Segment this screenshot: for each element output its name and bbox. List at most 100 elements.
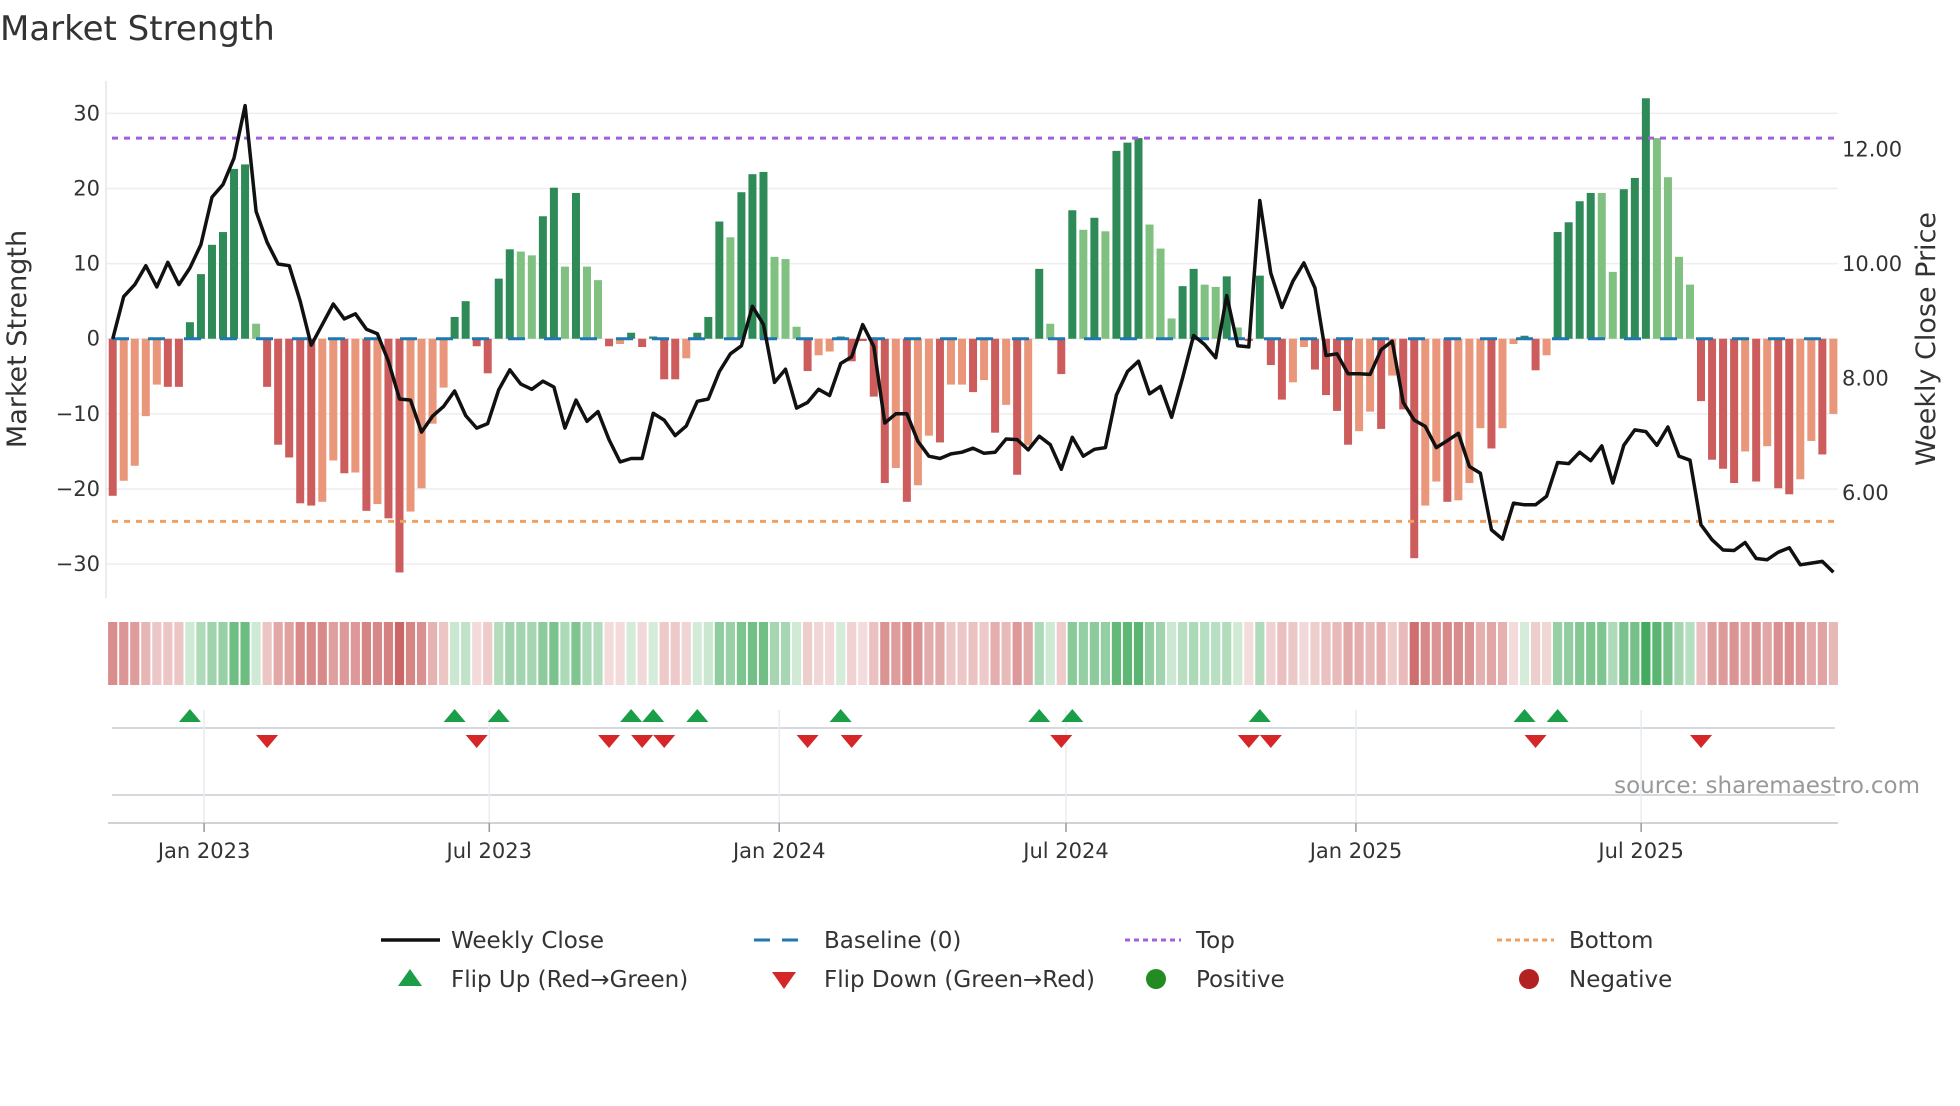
strength-bar [1619, 189, 1628, 339]
strength-bar [130, 338, 139, 466]
strength-bar [362, 338, 371, 511]
legend-negative: Negative [1569, 967, 1672, 993]
strip-cell [571, 622, 581, 685]
strip-cell [836, 622, 846, 685]
strip-cell [119, 622, 129, 685]
strength-bar [1178, 286, 1187, 339]
strength-bar [660, 338, 669, 380]
strip-cell [869, 622, 879, 685]
strength-bar [770, 256, 779, 339]
strip-cell [681, 622, 691, 685]
flip-down-marker [796, 735, 819, 748]
strength-bar [307, 338, 316, 506]
strip-cell [229, 622, 239, 685]
strip-cell [560, 622, 570, 685]
strip-cell [505, 622, 515, 685]
strength-bar [483, 338, 492, 374]
strip-cell [1497, 622, 1508, 685]
y-tick-label: 0 [87, 327, 100, 351]
strength-bar [1476, 338, 1485, 429]
strength-bar [1652, 138, 1661, 339]
strength-bar [1663, 177, 1672, 339]
strength-bar [1818, 338, 1827, 455]
strip-cell [185, 622, 195, 685]
strength-bar [980, 338, 989, 381]
strength-bar [1498, 338, 1507, 429]
strip-cell [648, 622, 658, 685]
strip-cell [1023, 622, 1033, 685]
strength-bar [1277, 338, 1286, 400]
strength-bar [196, 274, 205, 339]
strength-bar [340, 338, 349, 474]
flip-up-triangle-icon [398, 969, 422, 986]
strip-cell [791, 622, 802, 685]
strip-cell [979, 622, 989, 685]
legend-positive: Positive [1196, 967, 1285, 993]
strength-bar [803, 338, 812, 372]
strip-cell [1310, 622, 1320, 685]
strength-bar [1255, 275, 1264, 339]
strip-cell [251, 622, 261, 685]
strip-cell [902, 622, 912, 685]
right-y-ticks: 12.00 10.00 8.00 6.00 [1842, 138, 1902, 505]
strip-cell [350, 622, 360, 685]
strip-cell [604, 622, 614, 685]
strength-bar [219, 232, 227, 339]
strength-bar [1101, 231, 1110, 339]
strip-cell [1045, 622, 1055, 685]
strength-bar [373, 338, 382, 505]
strength-heat-strip [108, 622, 1838, 685]
strip-cell [328, 622, 338, 685]
strength-bar [1575, 201, 1584, 339]
strength-bar [1641, 98, 1650, 339]
strength-bar [450, 316, 459, 339]
strength-bar [174, 338, 183, 387]
strength-bar [1774, 338, 1783, 489]
strength-bar [1752, 338, 1761, 482]
flip-up-marker [686, 709, 709, 722]
strength-bar [924, 338, 933, 436]
strip-cell [1012, 622, 1022, 685]
strength-bar [1013, 338, 1022, 475]
legend-top: Top [1195, 928, 1235, 954]
strip-cell [1001, 622, 1011, 685]
strip-cell [1409, 622, 1419, 685]
strength-bar [1542, 338, 1551, 356]
strip-cell [416, 622, 427, 685]
flip-down-marker [1259, 735, 1282, 748]
chart-title: Market Strength [0, 9, 275, 49]
flip-up-marker [642, 709, 665, 722]
strength-bar [351, 338, 360, 473]
strength-bar [538, 216, 547, 339]
strength-bar [1410, 338, 1419, 559]
strip-cell [1078, 622, 1088, 685]
strip-cell [990, 622, 1000, 685]
strip-cell [1122, 622, 1133, 685]
strip-cell [483, 622, 493, 685]
strip-cell [1608, 622, 1618, 685]
strip-cell [1641, 622, 1651, 685]
strip-cell [240, 622, 250, 685]
strength-bar [439, 338, 448, 388]
strength-bar [582, 266, 591, 339]
strip-cell [814, 622, 824, 685]
strip-cell [946, 622, 956, 685]
strength-bar [671, 338, 680, 380]
strength-bar [1310, 338, 1319, 370]
strength-bar [1763, 338, 1772, 447]
strip-cell [1442, 622, 1452, 685]
strip-cell [637, 622, 647, 685]
strength-bar [274, 338, 283, 445]
strip-cell [1464, 622, 1474, 685]
negative-dot-icon [1519, 969, 1539, 989]
strength-bar [935, 338, 944, 443]
strip-cell [1553, 622, 1563, 685]
strength-bar [1487, 338, 1496, 449]
strip-cell [1475, 622, 1486, 685]
strength-bar [991, 338, 1000, 433]
strip-cell [1519, 622, 1530, 685]
strength-bar [1211, 286, 1220, 339]
flip-markers-panel [112, 709, 1835, 823]
strip-cell [659, 622, 669, 685]
strength-bar [1564, 222, 1573, 339]
